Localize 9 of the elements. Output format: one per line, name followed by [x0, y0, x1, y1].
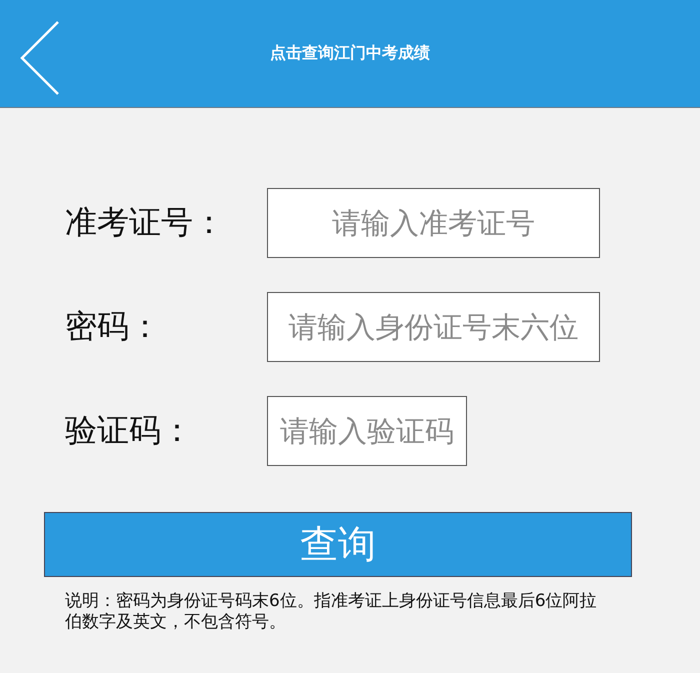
field-label: 验证码： — [65, 410, 194, 451]
page-title: 点击查询江门中考成绩 — [269, 43, 431, 64]
field-label: 准考证号： — [65, 202, 226, 243]
note-text: 说明：密码为身份证号码末6位。指准考证上身份证号信息最后6位阿拉伯数字及英文，不包含符号。 — [65, 591, 598, 633]
input-field[interactable]: 请输入验证码 — [267, 396, 467, 466]
field-label: 密码： — [65, 306, 162, 347]
input-field[interactable]: 请输入准考证号 — [267, 188, 600, 258]
query-button[interactable]: 查询 — [44, 512, 632, 577]
input-field[interactable]: 请输入身份证号末六位 — [267, 292, 600, 362]
